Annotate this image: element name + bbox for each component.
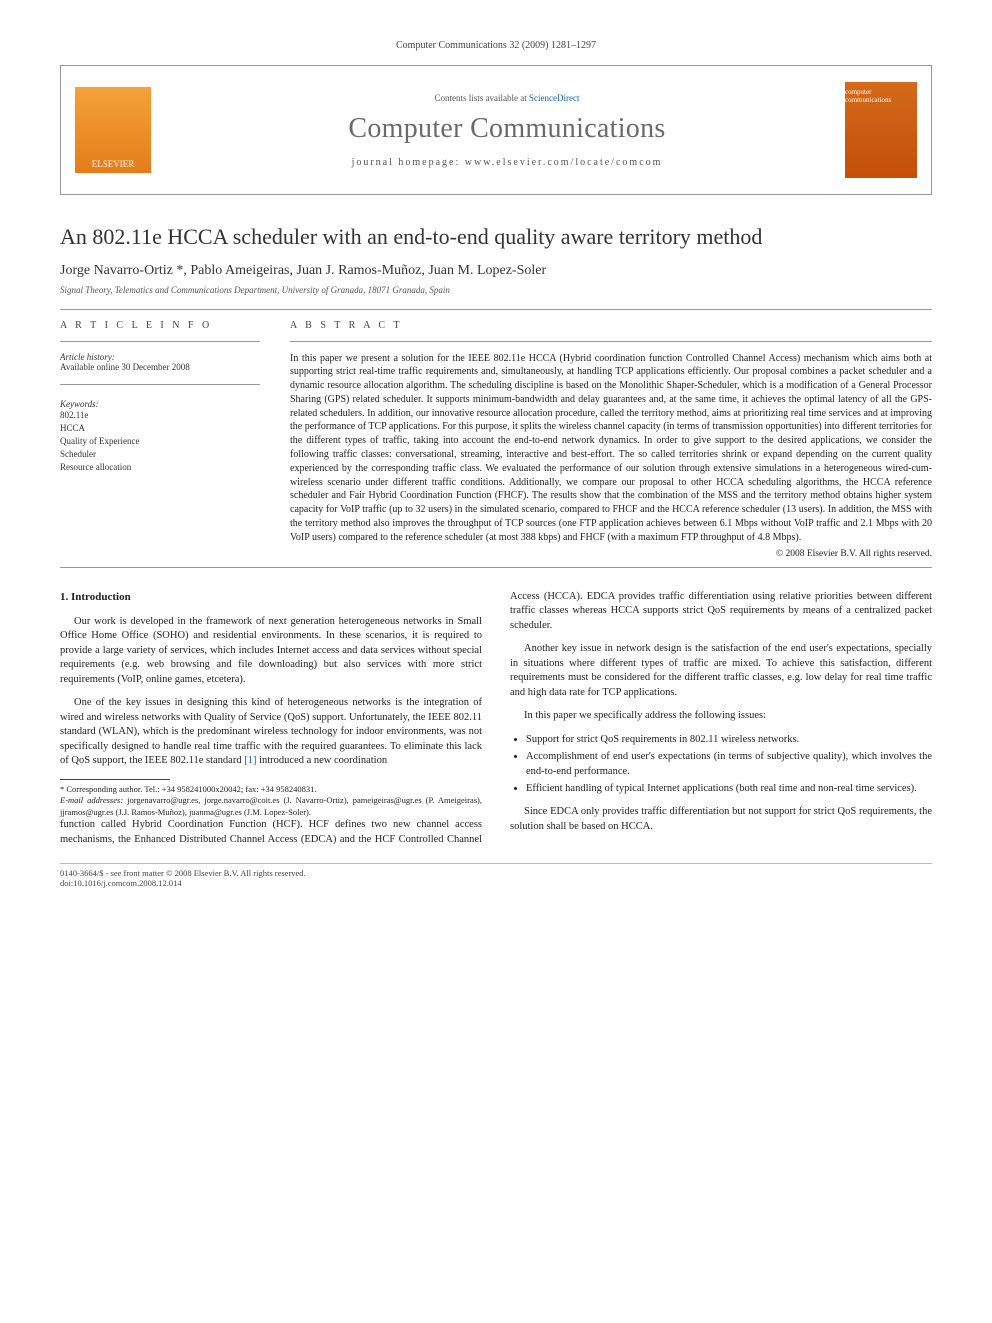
abstract-copyright: © 2008 Elsevier B.V. All rights reserved… [290,549,932,559]
body-paragraph: Our work is developed in the framework o… [60,615,482,687]
info-rule-1 [60,341,260,342]
email-list: jorgenavarro@ugr.es, jorge.navarro@coit.… [60,795,482,816]
keyword: Scheduler [60,448,260,461]
article-title: An 802.11e HCCA scheduler with an end-to… [60,223,932,251]
journal-header-box: ELSEVIER Contents lists available at Sci… [60,65,932,195]
body-columns: 1. Introduction Our work is developed in… [60,590,932,847]
history-label: Article history: [60,352,260,362]
reference-link-1[interactable]: [1] [244,755,256,766]
list-item: Accomplishment of end user's expectation… [526,750,932,779]
front-matter-line: 0140-3664/$ - see front matter © 2008 El… [60,868,932,878]
contents-availability: Contents lists available at ScienceDirec… [169,93,845,103]
article-info-column: A R T I C L E I N F O Article history: A… [60,320,260,559]
abstract-text: In this paper we present a solution for … [290,352,932,545]
keyword: Resource allocation [60,461,260,474]
body-paragraph: Since EDCA only provides traffic differe… [510,805,932,834]
authors-line: Jorge Navarro-Ortiz *, Pablo Ameigeiras,… [60,263,932,279]
list-item: Efficient handling of typical Internet a… [526,782,932,796]
journal-homepage: journal homepage: www.elsevier.com/locat… [169,157,845,168]
list-item: Support for strict QoS requirements in 8… [526,733,932,747]
history-line: Available online 30 December 2008 [60,362,260,372]
elsevier-logo: ELSEVIER [75,87,151,173]
email-addresses: E-mail addresses: jorgenavarro@ugr.es, j… [60,795,482,818]
section-1-heading: 1. Introduction [60,590,482,605]
info-abstract-row: A R T I C L E I N F O Article history: A… [60,320,932,559]
body-text: introduced a new coordination [256,755,387,766]
footnotes: * Corresponding author. Tel.: +34 958241… [60,784,482,818]
journal-name: Computer Communications [169,113,845,145]
body-paragraph: In this paper we specifically address th… [510,709,932,723]
footnote-rule [60,779,170,780]
keywords-label: Keywords: [60,399,260,409]
sciencedirect-link[interactable]: ScienceDirect [529,93,579,103]
contents-prefix: Contents lists available at [435,93,529,103]
journal-center: Contents lists available at ScienceDirec… [169,93,845,168]
article-info-heading: A R T I C L E I N F O [60,320,260,331]
issues-list: Support for strict QoS requirements in 8… [526,733,932,797]
keyword: HCCA [60,422,260,435]
corresponding-author: * Corresponding author. Tel.: +34 958241… [60,784,482,795]
affiliation: Signal Theory, Telematics and Communicat… [60,285,932,295]
keyword: Quality of Experience [60,435,260,448]
top-rule [60,309,932,310]
journal-cover-thumb: computer communications [845,82,917,178]
info-rule-2 [60,384,260,385]
body-paragraph: One of the key issues in designing this … [60,696,482,768]
body-paragraph: Another key issue in network design is t… [510,642,932,700]
email-label: E-mail addresses: [60,795,123,805]
keyword: 802.11e [60,409,260,422]
bottom-rule [60,567,932,568]
abstract-heading: A B S T R A C T [290,320,932,331]
abstract-rule [290,341,932,342]
abstract-column: A B S T R A C T In this paper we present… [290,320,932,559]
doi-line: doi:10.1016/j.comcom.2008.12.014 [60,878,932,888]
page-footer: 0140-3664/$ - see front matter © 2008 El… [60,863,932,888]
header-citation: Computer Communications 32 (2009) 1281–1… [60,40,932,51]
